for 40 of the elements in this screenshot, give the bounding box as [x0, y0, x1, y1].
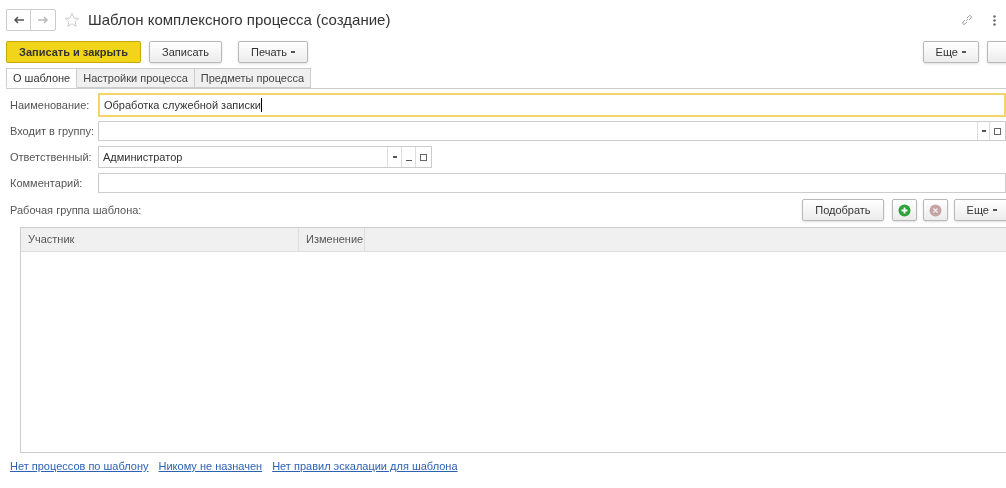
delete-icon: [928, 203, 942, 217]
more-icon[interactable]: [993, 14, 996, 26]
link-icon[interactable]: [961, 14, 973, 26]
add-button[interactable]: [891, 199, 917, 221]
forward-arrow-icon: [37, 16, 49, 24]
caret-icon: [392, 156, 397, 158]
tab[interactable]: Предметы процесса: [193, 68, 312, 88]
comment-field[interactable]: [98, 173, 1006, 193]
help-button[interactable]: [987, 41, 1006, 63]
tab[interactable]: Настройки процесса: [76, 68, 195, 88]
field-label: Наименование:: [10, 97, 91, 113]
status-link[interactable]: Нет правил эскалации для шаблона: [272, 458, 458, 475]
column-header[interactable]: Участник: [21, 228, 299, 251]
star-icon[interactable]: [64, 12, 80, 28]
column-header[interactable]: Изменение: [299, 228, 365, 251]
status-link[interactable]: Нет процессов по шаблону: [10, 458, 149, 475]
responsible-field[interactable]: Администратор: [98, 146, 432, 168]
section-label: Рабочая группа шаблона:: [10, 202, 142, 218]
more-button[interactable]: Еще: [953, 199, 1006, 221]
dropdown-icon[interactable]: [977, 122, 989, 140]
name-field[interactable]: Обработка служебной записки: [98, 93, 1006, 117]
save-button[interactable]: Записать: [149, 41, 223, 63]
status-link[interactable]: Никому не назначен: [158, 458, 263, 475]
field-label: Входит в группу:: [10, 123, 95, 139]
group-field[interactable]: [98, 121, 1006, 141]
caret-icon: [291, 51, 296, 53]
caret-icon: [981, 130, 986, 132]
tab[interactable]: О шаблоне: [6, 68, 78, 88]
field-label: Ответственный:: [10, 149, 93, 165]
caret-icon: [993, 209, 997, 211]
field-label: Комментарий:: [10, 175, 84, 191]
save-close-button[interactable]: Записать и закрыть: [6, 41, 142, 63]
print-button[interactable]: Печать: [238, 41, 309, 63]
caret-icon: [962, 51, 966, 53]
pick-button[interactable]: Подобрать: [802, 199, 884, 221]
delete-button[interactable]: [922, 199, 948, 221]
more-button[interactable]: Еще: [922, 41, 979, 63]
window-title: Шаблон комплексного процесса (создание): [88, 9, 391, 30]
add-icon: [897, 203, 911, 217]
back-arrow-icon: [12, 16, 25, 24]
